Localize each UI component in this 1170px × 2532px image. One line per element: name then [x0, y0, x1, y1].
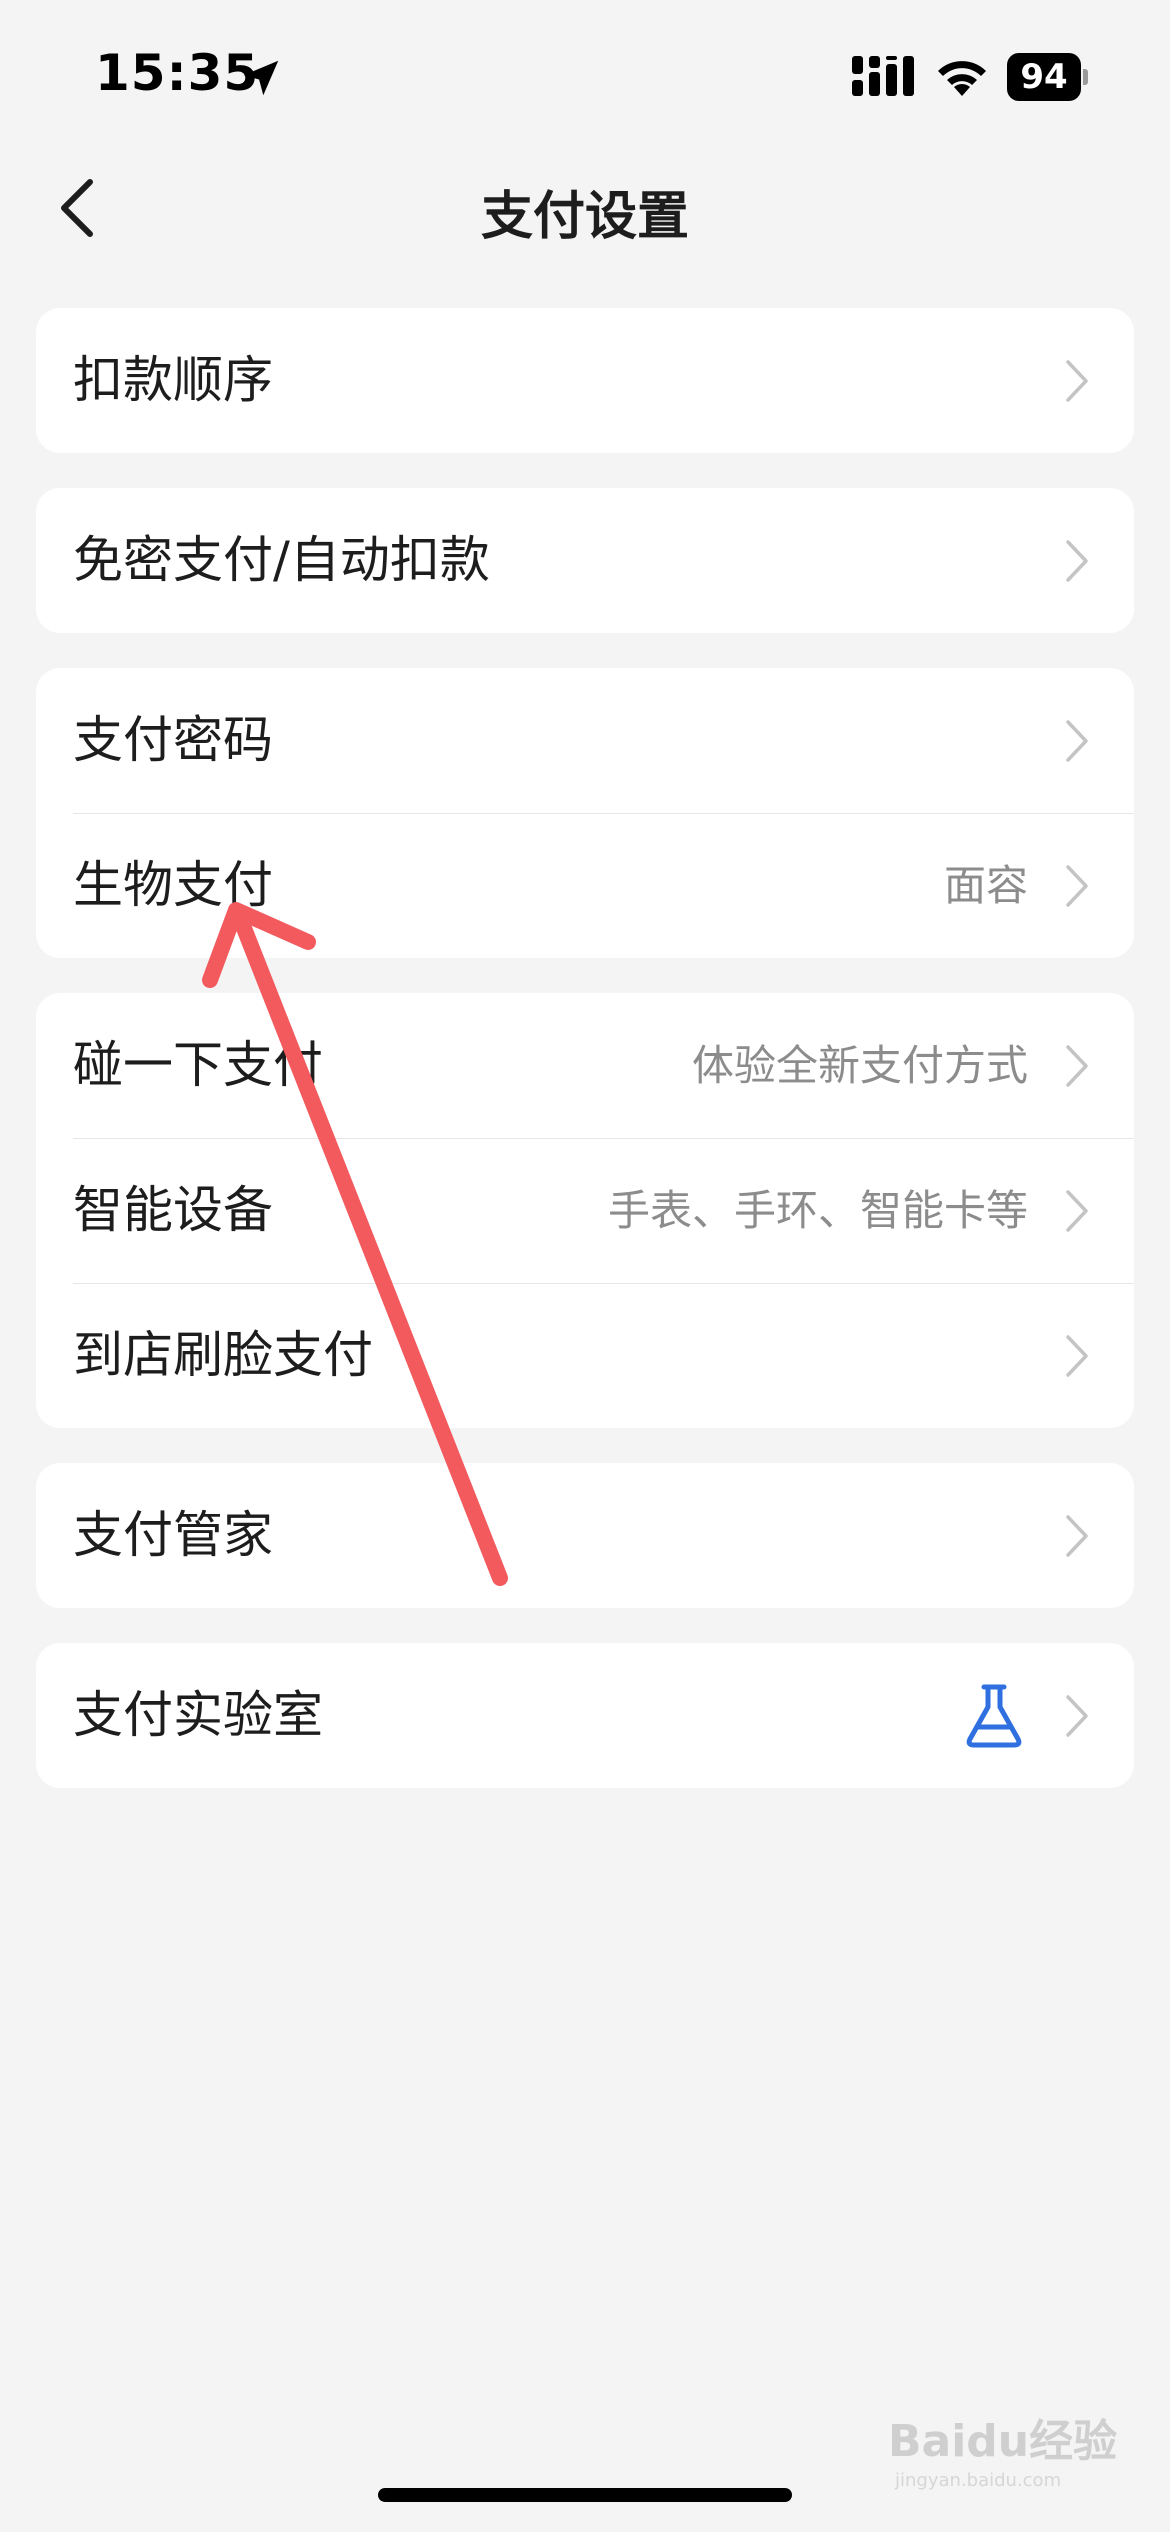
battery-level: 94 [1007, 53, 1081, 101]
page-title: 支付设置 [480, 187, 689, 247]
battery-cap [1083, 69, 1088, 85]
row-smart-devices[interactable]: 智能设备 手表、手环、智能卡等 [36, 1138, 1134, 1283]
chevron-right-icon [1066, 1515, 1088, 1557]
wifi-icon [938, 61, 986, 96]
chevron-right-icon [1066, 720, 1088, 762]
flask-icon [966, 1684, 1022, 1748]
row-label: 碰一下支付 [73, 1036, 323, 1094]
row-value: 体验全新支付方式 [691, 1041, 1028, 1090]
row-payment-password[interactable]: 支付密码 [36, 668, 1134, 813]
row-password-free-payment[interactable]: 免密支付/自动扣款 [36, 488, 1134, 633]
row-value: 手表、手环、智能卡等 [607, 1186, 1028, 1235]
row-payment-butler[interactable]: 支付管家 [36, 1463, 1134, 1608]
row-in-store-face-pay[interactable]: 到店刷脸支付 [36, 1283, 1134, 1428]
chevron-right-icon [1066, 1335, 1088, 1377]
settings-card-payment-butler: 支付管家 [36, 1463, 1134, 1608]
chevron-right-icon [1066, 865, 1088, 907]
row-biometric-payment[interactable]: 生物支付 面容 [36, 813, 1134, 958]
row-label: 免密支付/自动扣款 [73, 531, 490, 589]
row-deduction-order[interactable]: 扣款顺序 [36, 308, 1134, 453]
settings-card-password-free: 免密支付/自动扣款 [36, 488, 1134, 633]
status-bar: 15:35 94 [0, 0, 1170, 150]
settings-card-deduction-order: 扣款顺序 [36, 308, 1134, 453]
row-value: 面容 [943, 861, 1028, 910]
chevron-right-icon [1066, 1045, 1088, 1087]
row-label: 支付实验室 [73, 1686, 323, 1744]
chevron-right-icon [1066, 1695, 1088, 1737]
row-label: 智能设备 [73, 1181, 273, 1239]
location-arrow-icon [243, 60, 279, 96]
row-label: 到店刷脸支付 [73, 1326, 373, 1384]
status-time: 15:35 [95, 44, 260, 102]
payment-settings-screen: 15:35 94 支付设置 扣款顺序 免密支付/自动扣款 支付密码 生物支付 面… [0, 0, 1170, 2532]
row-label: 生物支付 [73, 856, 273, 914]
battery-indicator: 94 [1007, 53, 1088, 101]
row-label: 扣款顺序 [73, 351, 273, 409]
row-tap-to-pay[interactable]: 碰一下支付 体验全新支付方式 [36, 993, 1134, 1138]
navigation-bar: 支付设置 [0, 150, 1170, 266]
settings-card-devices: 碰一下支付 体验全新支付方式 智能设备 手表、手环、智能卡等 到店刷脸支付 [36, 993, 1134, 1428]
baidu-watermark: Baidu经验 [888, 2416, 1118, 2467]
cellular-signal-icon [852, 56, 914, 96]
home-indicator[interactable] [378, 2488, 792, 2502]
row-label: 支付密码 [73, 711, 273, 769]
chevron-right-icon [1066, 540, 1088, 582]
row-payment-lab[interactable]: 支付实验室 [36, 1643, 1134, 1788]
row-label: 支付管家 [73, 1506, 273, 1564]
baidu-watermark-url: jingyan.baidu.com [895, 2470, 1062, 2491]
chevron-right-icon [1066, 360, 1088, 402]
settings-card-security: 支付密码 生物支付 面容 [36, 668, 1134, 958]
settings-card-payment-lab: 支付实验室 [36, 1643, 1134, 1788]
chevron-right-icon [1066, 1190, 1088, 1232]
